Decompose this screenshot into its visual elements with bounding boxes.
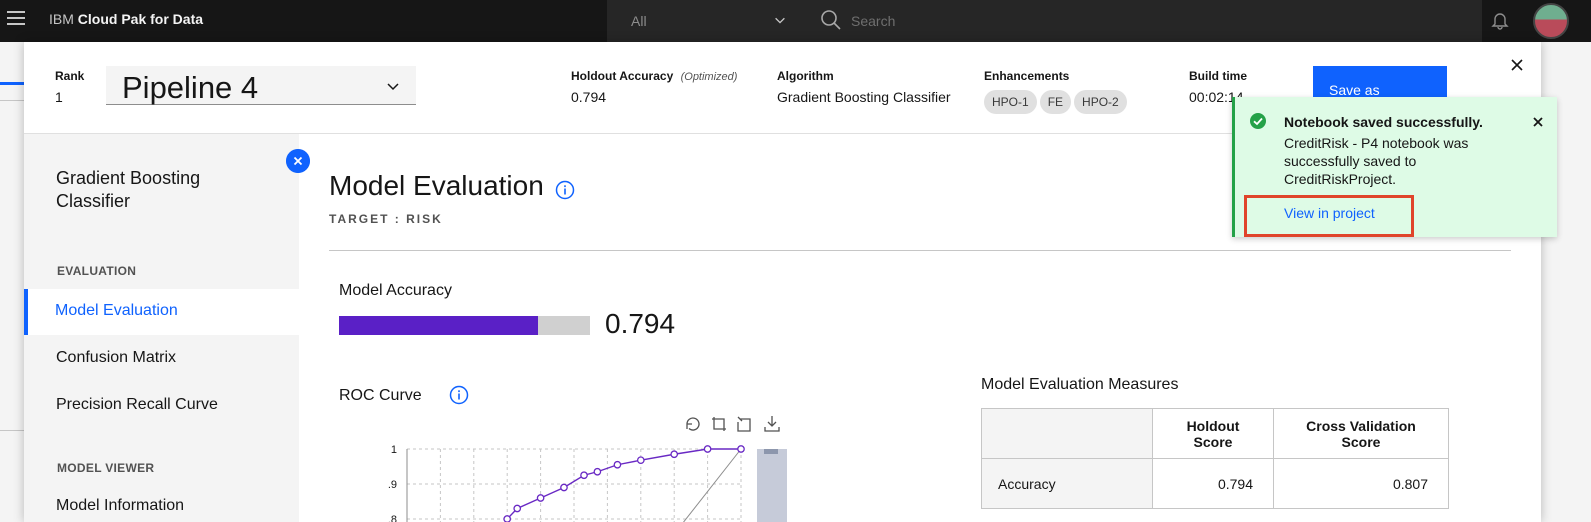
global-search [803, 0, 1482, 42]
close-icon[interactable] [1508, 56, 1526, 74]
info-icon[interactable] [555, 180, 575, 200]
search-input[interactable] [851, 9, 1451, 33]
top-navigation-bar: IBM Cloud Pak for Data All [0, 0, 1591, 42]
holdout-label-text: Holdout Accuracy [571, 69, 674, 83]
y-tick-label: .9 [388, 479, 397, 491]
roc-point [536, 494, 545, 502]
hamburger-menu-icon[interactable] [7, 11, 25, 27]
toast-title: Notebook saved successfully. [1284, 114, 1483, 130]
zoom-range-handle [764, 449, 778, 454]
brand-prefix: IBM [49, 11, 74, 27]
enhancement-tag: HPO-2 [1074, 90, 1127, 114]
holdout-accuracy-value: 0.794 [571, 89, 607, 105]
chevron-down-icon [775, 17, 785, 24]
y-tick-label: 1 [391, 444, 397, 456]
sidebar-item-precision-recall-curve[interactable]: Precision Recall Curve [24, 383, 299, 429]
rank-value: 1 [55, 89, 63, 105]
zoom-range-slider [757, 449, 787, 522]
section-divider [329, 250, 1511, 251]
collapse-sidebar-icon[interactable] [286, 149, 310, 173]
holdout-accuracy-label: Holdout Accuracy (Optimized) [571, 69, 737, 83]
holdout-score: 0.794 [1152, 458, 1274, 509]
y-tick-label: .8 [388, 514, 397, 522]
build-time-label: Build time [1189, 69, 1248, 83]
roc-point [670, 450, 679, 459]
table-header-holdout: Holdout Score [1152, 408, 1274, 459]
sidebar-item-model-information[interactable]: Model Information [24, 484, 299, 522]
sidebar-section-model-viewer: MODEL VIEWER [57, 461, 155, 475]
model-accuracy-label: Model Accuracy [339, 282, 452, 299]
checkmark-filled-icon [1250, 113, 1266, 129]
search-icon [821, 10, 841, 30]
roc-curve-label: ROC Curve [339, 387, 422, 404]
sidebar-section-evaluation: EVALUATION [57, 264, 137, 278]
close-icon[interactable] [1531, 115, 1545, 129]
roc-point [613, 460, 622, 469]
roc-point [703, 445, 712, 453]
chart-toolbar [686, 416, 780, 432]
model-sidebar: Gradient Boosting Classifier EVALUATION … [24, 134, 299, 522]
accuracy-bar-fill [339, 316, 539, 335]
background-divider [0, 430, 24, 431]
sidebar-item-model-evaluation[interactable]: Model Evaluation [24, 289, 299, 335]
model-accuracy-value: 0.794 [605, 308, 676, 339]
accuracy-bar-track [339, 316, 590, 335]
enhancement-tags: HPO-1 FE HPO-2 [984, 90, 1130, 114]
restore-icon[interactable] [686, 417, 700, 431]
brand-name: Cloud Pak for Data [77, 11, 204, 27]
roc-point [503, 515, 512, 522]
roc-point [636, 456, 645, 465]
background-divider [0, 100, 24, 101]
algorithm-label: Algorithm [777, 69, 834, 83]
rank-label: Rank [55, 69, 85, 83]
download-icon[interactable] [764, 416, 780, 432]
table-header-cell [981, 408, 1153, 459]
cross-validation-score: 0.807 [1273, 458, 1449, 509]
pipeline-selector[interactable]: Pipeline 4 [106, 66, 416, 105]
pipeline-name: Pipeline 4 [122, 70, 259, 105]
user-avatar[interactable] [1533, 3, 1569, 39]
roc-curve-chart: 1 .9 .8 [388, 444, 787, 522]
page-title: Model Evaluation [329, 170, 544, 201]
roc-point [560, 483, 568, 492]
annotation-highlight-box [1244, 195, 1414, 237]
roc-point [593, 467, 602, 476]
target-label: TARGET : RISK [329, 212, 443, 226]
roc-point [737, 445, 745, 453]
holdout-note: (Optimized) [680, 71, 738, 83]
zoom-icon[interactable] [712, 417, 726, 431]
enhancements-label: Enhancements [984, 69, 1070, 83]
zoom-reset-icon[interactable] [737, 416, 751, 432]
roc-point [513, 504, 522, 513]
search-scope-dropdown[interactable]: All [607, 0, 803, 42]
product-name[interactable]: IBM Cloud Pak for Data [49, 11, 203, 27]
toast-message: CreditRisk - P4 notebook was successfull… [1284, 135, 1469, 187]
metric-name: Accuracy [981, 458, 1153, 509]
evaluation-measures-table: Holdout Score Cross Validation Score Acc… [981, 408, 1449, 509]
sidebar-model-name: Gradient Boosting Classifier [56, 168, 201, 211]
scope-value: All [631, 13, 647, 29]
table-header-cross-validation: Cross Validation Score [1273, 408, 1449, 459]
table-row: Accuracy 0.794 0.807 [981, 458, 1449, 509]
algorithm-value: Gradient Boosting Classifier [777, 89, 951, 105]
enhancement-tag: HPO-1 [984, 90, 1037, 114]
background-tab-indicator [0, 82, 24, 85]
measures-title: Model Evaluation Measures [981, 376, 1179, 393]
table-header-row: Holdout Score Cross Validation Score [981, 408, 1449, 459]
enhancement-tag: FE [1039, 90, 1072, 114]
info-icon[interactable] [449, 385, 469, 405]
sidebar-item-confusion-matrix[interactable]: Confusion Matrix [24, 336, 299, 382]
chevron-down-icon [387, 83, 399, 91]
roc-point [580, 471, 588, 480]
notification-bell-icon[interactable] [1489, 9, 1511, 31]
